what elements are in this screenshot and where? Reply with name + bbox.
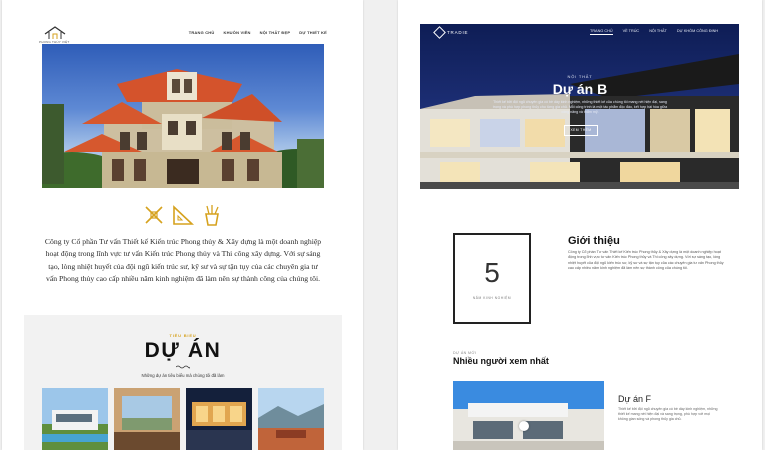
- camera-badge-icon[interactable]: [519, 421, 529, 431]
- projects-title: DỰ ÁN: [144, 339, 222, 362]
- right-nav: TRANG CHỦ VỀ TRÚC NỘI THẤT DỰ KHÓM CÔNG …: [590, 29, 718, 35]
- nav-item-projects[interactable]: DỰ KHÓM CÔNG ĐINH: [677, 29, 718, 35]
- intro-title: Giới thiệu: [568, 235, 620, 247]
- project-f-image[interactable]: [453, 381, 604, 450]
- diamond-logo-icon: [433, 26, 446, 39]
- logo-text: TRADIE: [447, 30, 469, 35]
- project-thumb-3[interactable]: [186, 388, 252, 450]
- hero-more-button[interactable]: XEM THÊM: [564, 125, 598, 136]
- hero-eyebrow: NỘI THẤT: [567, 74, 593, 79]
- nav-item-interior[interactable]: NỘI THẤT: [649, 29, 667, 35]
- experience-label: NĂM KINH NGHIỆM: [472, 296, 512, 300]
- tradie-logo[interactable]: TRADIE: [433, 26, 469, 39]
- pen-cup-icon: [200, 203, 224, 227]
- nav-item-home[interactable]: TRANG CHỦ: [189, 30, 215, 35]
- hero-title: Dự án B: [552, 81, 608, 97]
- project-thumb-2[interactable]: [114, 388, 180, 450]
- project-thumb-1[interactable]: [42, 388, 108, 450]
- nav-item-home[interactable]: TRANG CHỦ: [590, 29, 613, 35]
- hero-villa-image: [42, 44, 324, 188]
- experience-stat-box: 5 NĂM KINH NGHIỆM: [453, 233, 531, 324]
- left-page-mockup: PHONG THỦY VIỆT TRANG CHỦ KHUÔN VIÊN NỘI…: [2, 0, 363, 450]
- left-header: PHONG THỦY VIỆT TRANG CHỦ KHUÔN VIÊN NỘI…: [2, 0, 363, 45]
- most-viewed-eyebrow: DỰ ÁN MỚI: [453, 351, 477, 355]
- service-icons: [142, 203, 224, 229]
- project-f-title: Dự án F: [618, 394, 652, 404]
- projects-subtitle: Những dự án tiêu biểu mà chúng tôi đã là…: [141, 373, 225, 378]
- ruler-triangle-icon: [171, 203, 195, 227]
- drafting-tools-icon: [142, 203, 166, 227]
- projects-eyebrow: TIÊU BIỂU: [169, 333, 197, 338]
- nav-item-grounds[interactable]: KHUÔN VIÊN: [224, 30, 251, 35]
- nav-item-interior[interactable]: NỘI THẤT ĐẸP: [260, 30, 291, 35]
- projects-section: TIÊU BIỂU DỰ ÁN Những dự án tiêu biểu mà…: [24, 315, 342, 450]
- intro-text: Công ty Cổ phần Tư vấn Thiết kế Kiến trú…: [568, 250, 724, 271]
- project-thumb-4[interactable]: [258, 388, 324, 450]
- most-viewed-title: Nhiều người xem nhất: [453, 356, 549, 366]
- project-thumbnails: [42, 388, 324, 450]
- wave-divider-icon: [176, 365, 190, 369]
- house-logo-icon[interactable]: [42, 24, 68, 40]
- company-description: Công ty Cổ phần Tư vấn Thiết kế Kiến trú…: [44, 237, 322, 283]
- nav-item-design[interactable]: DỰ THIẾT KẾ: [299, 30, 327, 35]
- left-nav: TRANG CHỦ KHUÔN VIÊN NỘI THẤT ĐẸP DỰ THI…: [189, 30, 327, 35]
- right-page-mockup: TRADIE TRANG CHỦ VỀ TRÚC NỘI THẤT DỰ KHÓ…: [398, 0, 762, 450]
- project-f-text: Thiết kế bởi đội ngũ chuyên gia có bề dà…: [618, 407, 718, 422]
- hero-text: Thiết kế bởi đội ngũ chuyên gia có bề dà…: [492, 100, 668, 114]
- experience-number: 5: [484, 257, 500, 288]
- nav-item-about[interactable]: VỀ TRÚC: [623, 29, 640, 35]
